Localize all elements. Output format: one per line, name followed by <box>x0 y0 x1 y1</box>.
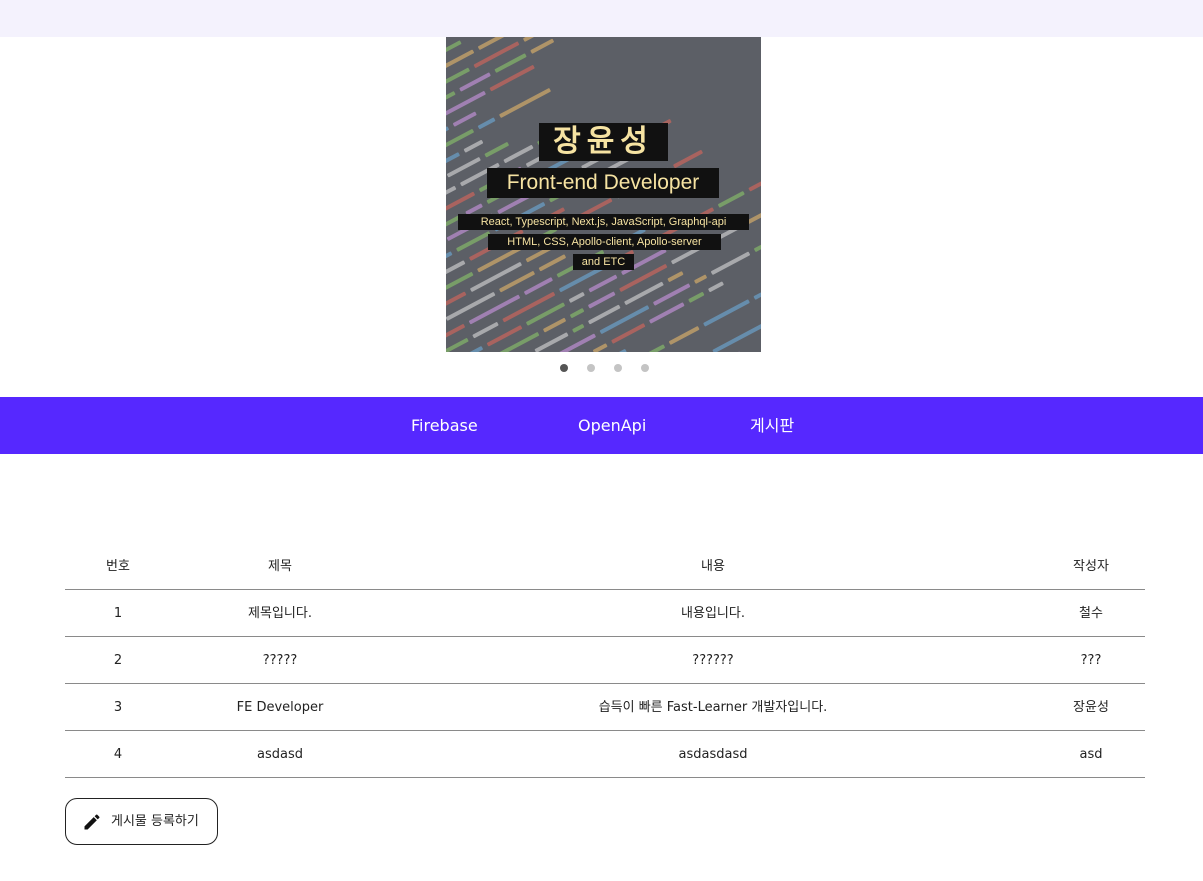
table-row[interactable]: 2 ????? ?????? ??? <box>65 637 1145 684</box>
nav-item-firebase[interactable]: Firebase <box>411 397 478 454</box>
row-content: asdasdasd <box>678 747 748 762</box>
board-table: 번호 제목 내용 작성자 1 제목입니다. 내용입니다. 철수 2 ????? … <box>65 543 1145 778</box>
create-post-button[interactable]: 게시물 등록하기 <box>65 798 218 845</box>
developer-role: Front-end Developer <box>487 168 719 198</box>
row-writer: 장윤성 <box>1073 700 1109 715</box>
table-row[interactable]: 1 제목입니다. 내용입니다. 철수 <box>65 590 1145 637</box>
column-header-number: 번호 <box>106 559 130 574</box>
carousel-dot-4[interactable] <box>641 364 649 372</box>
banner-overlay: 장윤성 Front-end Developer React, Typescrip… <box>446 37 761 352</box>
row-title: FE Developer <box>236 700 324 715</box>
skills-line-1: React, Typescript, Next.js, JavaScript, … <box>458 214 749 230</box>
nav-item-board[interactable]: 게시판 <box>750 397 794 454</box>
table-row[interactable]: 3 FE Developer 습득이 빠른 Fast-Learner 개발자입니… <box>65 684 1145 731</box>
row-content: ?????? <box>692 653 734 668</box>
create-post-label: 게시물 등록하기 <box>111 814 199 829</box>
carousel-dots <box>560 364 655 373</box>
banner-carousel-slide[interactable]: 장윤성 Front-end Developer React, Typescrip… <box>446 37 761 352</box>
column-header-content: 내용 <box>701 559 725 574</box>
carousel-dot-2[interactable] <box>587 364 595 372</box>
row-writer: 철수 <box>1079 606 1103 621</box>
top-bar <box>0 0 1203 37</box>
main-nav: Firebase OpenApi 게시판 <box>0 397 1203 454</box>
pencil-icon <box>84 814 100 830</box>
skills-line-3: and ETC <box>573 254 634 270</box>
row-writer: ??? <box>1080 653 1102 668</box>
row-title: ????? <box>262 653 298 668</box>
skills-line-2: HTML, CSS, Apollo-client, Apollo-server <box>488 234 721 250</box>
carousel-dot-1[interactable] <box>560 364 568 372</box>
table-header-row: 번호 제목 내용 작성자 <box>65 543 1145 590</box>
table-row[interactable]: 4 asdasd asdasdasd asd <box>65 731 1145 778</box>
nav-item-openapi[interactable]: OpenApi <box>578 397 646 454</box>
carousel-dot-3[interactable] <box>614 364 622 372</box>
row-title: asdasd <box>257 747 303 762</box>
column-header-writer: 작성자 <box>1073 559 1109 574</box>
row-number: 2 <box>113 653 123 668</box>
row-writer: asd <box>1079 747 1103 762</box>
row-content: 내용입니다. <box>681 606 745 621</box>
row-number: 1 <box>113 606 123 621</box>
developer-name: 장윤성 <box>539 123 668 161</box>
column-header-title: 제목 <box>268 559 292 574</box>
row-title: 제목입니다. <box>248 606 312 621</box>
row-number: 4 <box>113 747 123 762</box>
row-number: 3 <box>113 700 123 715</box>
row-content: 습득이 빠른 Fast-Learner 개발자입니다. <box>598 700 828 715</box>
